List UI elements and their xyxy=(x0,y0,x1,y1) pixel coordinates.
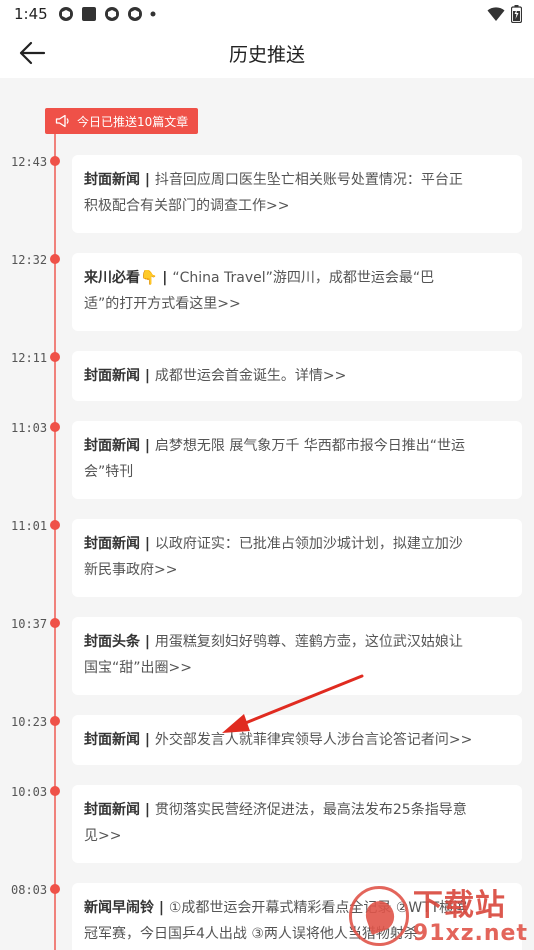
push-item-source: 封面新闻 xyxy=(84,536,140,552)
push-item-text: 封面新闻 | 抖音回应周口医生坠亡相关账号处置情况：平台正 xyxy=(84,172,463,188)
app-notification-icon xyxy=(127,7,142,21)
timestamp: 10:23 xyxy=(11,715,48,729)
push-item-text: 封面新闻 | 以政府证实：已批准占领加沙城计划，拟建立加沙 xyxy=(84,536,463,552)
timeline-dot xyxy=(50,156,60,166)
push-item-text-line2: 见>> xyxy=(84,828,122,844)
timestamp: 12:32 xyxy=(11,253,48,267)
push-item[interactable]: 封面新闻 | 外交部发言人就菲律宾领导人涉台言论答记者问>> xyxy=(72,715,522,765)
timeline-dot xyxy=(50,520,60,530)
push-item-source: 封面头条 xyxy=(84,634,140,650)
watermark-title: 下载站 xyxy=(412,888,506,923)
push-item-text-line2: 新民事政府>> xyxy=(84,562,178,578)
timestamp: 11:01 xyxy=(11,519,48,533)
timeline-dot xyxy=(50,716,60,726)
app-notification-icon xyxy=(58,7,73,21)
push-item-source: 新闻早闹铃 xyxy=(84,900,154,916)
system-icons xyxy=(487,5,522,23)
push-item-text: 来川必看👇 | “China Travel”游四川，成都世运会最“巴 xyxy=(84,270,435,286)
watermark-url: 91xz.net xyxy=(412,921,528,946)
push-item[interactable]: 封面新闻 | 抖音回应周口医生坠亡相关账号处置情况：平台正 积极配合有关部门的调… xyxy=(72,155,522,233)
push-item-source: 封面新闻 xyxy=(84,732,140,748)
timeline-dot xyxy=(50,786,60,796)
push-item-text: 封面新闻 | 成都世运会首金诞生。详情>> xyxy=(84,368,347,384)
push-item[interactable]: 封面新闻 | 以政府证实：已批准占领加沙城计划，拟建立加沙 新民事政府>> xyxy=(72,519,522,597)
timestamp: 11:03 xyxy=(11,421,48,435)
push-item-source: 封面新闻 xyxy=(84,368,140,384)
app-header: 历史推送 xyxy=(0,28,534,78)
push-item-text: 封面头条 | 用蛋糕复刻妇好鸮尊、莲鹤方壶，这位武汉姑娘让 xyxy=(84,634,463,650)
timeline-dot xyxy=(50,254,60,264)
push-item[interactable]: 封面新闻 | 成都世运会首金诞生。详情>> xyxy=(72,351,522,401)
status-bar: 1:45 xyxy=(0,0,534,28)
push-item[interactable]: 来川必看👇 | “China Travel”游四川，成都世运会最“巴 适”的打开… xyxy=(72,253,522,331)
push-item-text-line2: 适”的打开方式看这里>> xyxy=(84,296,241,312)
push-item-source: 封面新闻 xyxy=(84,802,140,818)
battery-icon xyxy=(511,5,522,23)
timeline-dot xyxy=(50,352,60,362)
timeline-dot xyxy=(50,422,60,432)
push-item-text-line2: 国宝“甜”出圈>> xyxy=(84,660,192,676)
timestamp: 12:43 xyxy=(11,155,48,169)
wifi-icon xyxy=(487,7,505,21)
status-time: 1:45 xyxy=(14,5,48,23)
page-title: 历史推送 xyxy=(228,44,305,66)
push-item[interactable]: 封面新闻 | 贯彻落实民营经济促进法，最高法发布25条指导意 见>> xyxy=(72,785,522,863)
push-item-text-line2: 会”特刊 xyxy=(84,464,134,480)
notification-icons xyxy=(58,6,156,22)
push-item-source: 封面新闻 xyxy=(84,438,140,454)
site-watermark: 下载站 91xz.net xyxy=(348,886,528,946)
watermark-logo-icon xyxy=(348,886,409,946)
push-item[interactable]: 封面头条 | 用蛋糕复刻妇好鸮尊、莲鹤方壶，这位武汉姑娘让 国宝“甜”出圈>> xyxy=(72,617,522,695)
push-item-source: 来川必看👇 xyxy=(84,270,158,286)
push-item-source: 封面新闻 xyxy=(84,172,140,188)
app-notification-icon xyxy=(104,7,119,21)
timestamp: 10:03 xyxy=(11,785,48,799)
push-item-text: 封面新闻 | 贯彻落实民营经济促进法，最高法发布25条指导意 xyxy=(84,802,467,818)
timestamp: 12:11 xyxy=(11,351,48,365)
square-app-icon xyxy=(81,7,96,21)
timestamp: 08:03 xyxy=(11,883,48,897)
badge-label: 今日已推送10篇文章 xyxy=(77,114,189,129)
megaphone-icon xyxy=(55,114,71,128)
timeline-dot xyxy=(50,884,60,894)
more-dot-icon xyxy=(150,11,156,17)
push-item[interactable]: 封面新闻 | 启梦想无限 展气象万千 华西都市报今日推出“世运 会”特刊 xyxy=(72,421,522,499)
timeline-dot xyxy=(50,618,60,628)
timestamp: 10:37 xyxy=(11,617,48,631)
push-item-text: 封面新闻 | 外交部发言人就菲律宾领导人涉台言论答记者问>> xyxy=(84,732,473,748)
push-item-text: 封面新闻 | 启梦想无限 展气象万千 华西都市报今日推出“世运 xyxy=(84,438,466,454)
push-count-badge: 今日已推送10篇文章 xyxy=(45,108,199,134)
push-item-text-line2: 积极配合有关部门的调查工作>> xyxy=(84,198,290,214)
